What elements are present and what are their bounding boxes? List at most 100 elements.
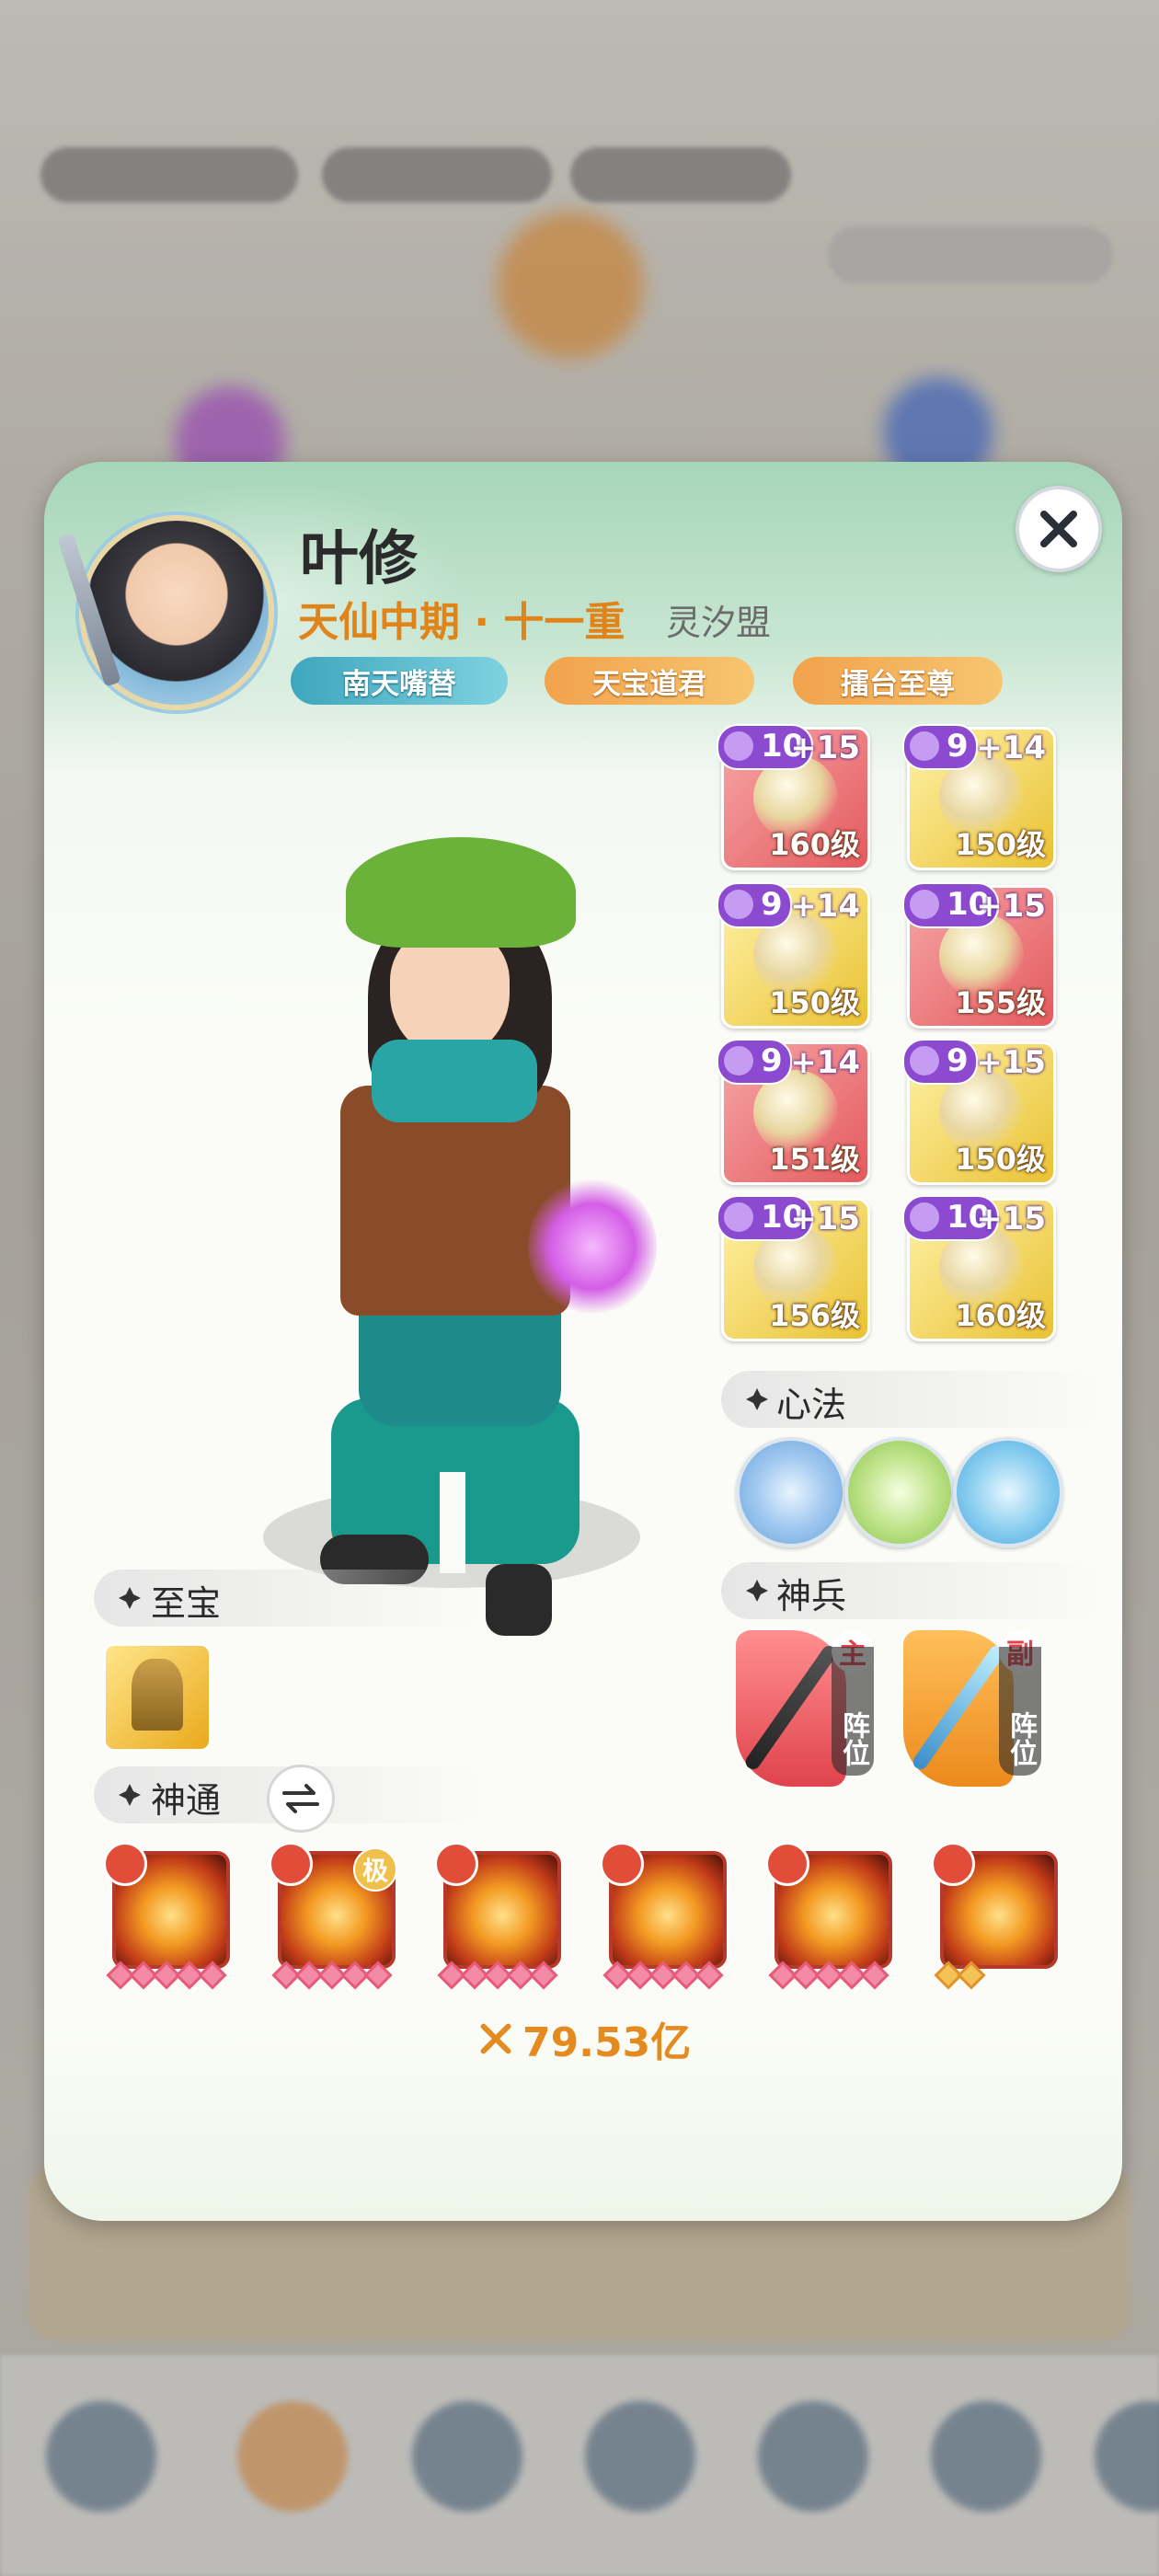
gem-level: 9: [947, 1042, 969, 1079]
weapon-slot-main-tag-text: 阵位: [837, 1711, 869, 1766]
gem-icon: [910, 1202, 939, 1232]
enhance-level: +15: [976, 1044, 1046, 1081]
enhance-level: +14: [790, 1044, 860, 1081]
equipment-slot-4[interactable]: 10 +15 155级: [902, 882, 1056, 1029]
shentong-skill-4[interactable]: [600, 1842, 727, 1990]
diamond-bullet-icon: [746, 1580, 768, 1602]
gem-level-badge: 9: [717, 882, 792, 928]
star-icon: [198, 1961, 227, 1990]
shentong-skill-5[interactable]: [765, 1842, 892, 1990]
equipment-slot-2[interactable]: 9 +14 150级: [902, 724, 1056, 870]
weapon-slot-main-tag: 阵位: [832, 1647, 874, 1776]
player-guild[interactable]: 灵汐盟: [666, 594, 771, 645]
character-scarf: [372, 1040, 537, 1122]
shentong-skill-6[interactable]: [931, 1842, 1058, 1990]
shentong-skill-3[interactable]: [434, 1842, 561, 1990]
purple-flame-effect: [528, 1178, 657, 1316]
gem-icon: [910, 1046, 939, 1075]
character-leaf-hat: [346, 837, 576, 948]
bell-icon: [132, 1659, 183, 1731]
player-name: 叶修: [300, 525, 418, 593]
star-icon: [694, 1961, 724, 1990]
crossed-swords-icon: [475, 2018, 515, 2059]
grade-badge: 极: [353, 1847, 397, 1892]
skill-stars: [106, 1961, 239, 1990]
gem-icon: [724, 1202, 753, 1232]
xinfa-section-title: 心法: [776, 1385, 847, 1425]
blade-icon: [910, 1642, 1007, 1773]
combat-power-value: 79.53亿: [522, 2019, 692, 2066]
equipment-slot-7[interactable]: 10 +15 156级: [717, 1195, 870, 1341]
skill-stars: [768, 1961, 901, 1990]
skill-stars: [271, 1961, 405, 1990]
skill-stars: [437, 1961, 570, 1990]
enhance-level: +14: [976, 730, 1046, 766]
player-realm: 天仙中期 · 十一重: [298, 599, 625, 646]
skill-type-icon: [600, 1842, 644, 1886]
skill-type-icon: [765, 1842, 809, 1886]
weapon-slot-secondary-tag-text: 阵位: [1004, 1711, 1037, 1766]
gem-icon: [910, 890, 939, 919]
enhance-level: +15: [976, 1201, 1046, 1237]
gem-icon: [724, 1046, 753, 1075]
swap-button[interactable]: [267, 1765, 335, 1833]
equipment-level: 155级: [955, 985, 1046, 1020]
equipment-level: 150级: [955, 827, 1046, 862]
character-shoe-right: [486, 1564, 552, 1636]
character-leg-gap: [440, 1472, 465, 1573]
skill-type-icon: [434, 1842, 478, 1886]
star-icon: [529, 1961, 558, 1990]
xinfa-slot-2[interactable]: [844, 1437, 955, 1547]
title-badge-3[interactable]: 擂台至尊: [793, 657, 1003, 705]
skill-stars: [934, 1961, 1067, 1990]
gem-icon: [724, 890, 753, 919]
gem-level: 9: [761, 1042, 783, 1079]
character-face: [390, 929, 510, 1058]
xinfa-slot-1[interactable]: [736, 1437, 846, 1547]
gem-level: 9: [947, 728, 969, 765]
secondary-weapon-slot[interactable]: [903, 1630, 1014, 1787]
enhance-level: +15: [790, 730, 860, 766]
star-icon: [363, 1961, 393, 1990]
close-button[interactable]: [1016, 486, 1102, 572]
diamond-bullet-icon: [746, 1388, 768, 1410]
treasure-slot[interactable]: [103, 1643, 212, 1752]
gem-level-badge: 9: [902, 724, 978, 770]
combat-power: 79.53亿: [475, 2009, 691, 2068]
title-badge-2[interactable]: 天宝道君: [545, 657, 754, 705]
enhance-level: +15: [790, 1201, 860, 1237]
sword-icon: [742, 1642, 840, 1773]
weapon-slot-secondary-tag: 阵位: [999, 1647, 1041, 1776]
equipment-level: 151级: [769, 1142, 860, 1177]
xinfa-slot-3[interactable]: [953, 1437, 1063, 1547]
shentong-skill-2[interactable]: 极: [269, 1842, 397, 1990]
equipment-level: 156级: [769, 1298, 860, 1333]
skill-stars: [602, 1961, 736, 1990]
equipment-slot-1[interactable]: 10 +15 160级: [717, 724, 870, 870]
star-icon: [860, 1961, 889, 1990]
swap-icon: [282, 1784, 319, 1813]
shentong-skill-1[interactable]: [103, 1842, 230, 1990]
equipment-slot-6[interactable]: 9 +15 150级: [902, 1039, 1056, 1185]
gem-icon: [910, 731, 939, 761]
skill-type-icon: [931, 1842, 975, 1886]
equipment-level: 150级: [955, 1142, 1046, 1177]
shentong-section-title: 神通: [151, 1780, 222, 1821]
main-weapon-slot[interactable]: [736, 1630, 846, 1787]
enhance-level: +14: [790, 888, 860, 925]
title-badge-1[interactable]: 南天嘴替: [291, 657, 508, 705]
enhance-level: +15: [976, 888, 1046, 925]
equipment-slot-3[interactable]: 9 +14 150级: [717, 882, 870, 1029]
skill-type-icon: [269, 1842, 313, 1886]
shenbing-section-title: 神兵: [776, 1576, 847, 1616]
equipment-slot-8[interactable]: 10 +15 160级: [902, 1195, 1056, 1341]
equipment-level: 160级: [955, 1298, 1046, 1333]
gem-icon: [724, 731, 753, 761]
diamond-bullet-icon: [119, 1587, 141, 1609]
gem-level-badge: 9: [902, 1039, 978, 1085]
equipment-slot-5[interactable]: 9 +14 151级: [717, 1039, 870, 1185]
equipment-level: 160级: [769, 827, 860, 862]
gem-level: 9: [761, 886, 783, 923]
diamond-bullet-icon: [119, 1784, 141, 1806]
star-icon: [957, 1961, 986, 1990]
